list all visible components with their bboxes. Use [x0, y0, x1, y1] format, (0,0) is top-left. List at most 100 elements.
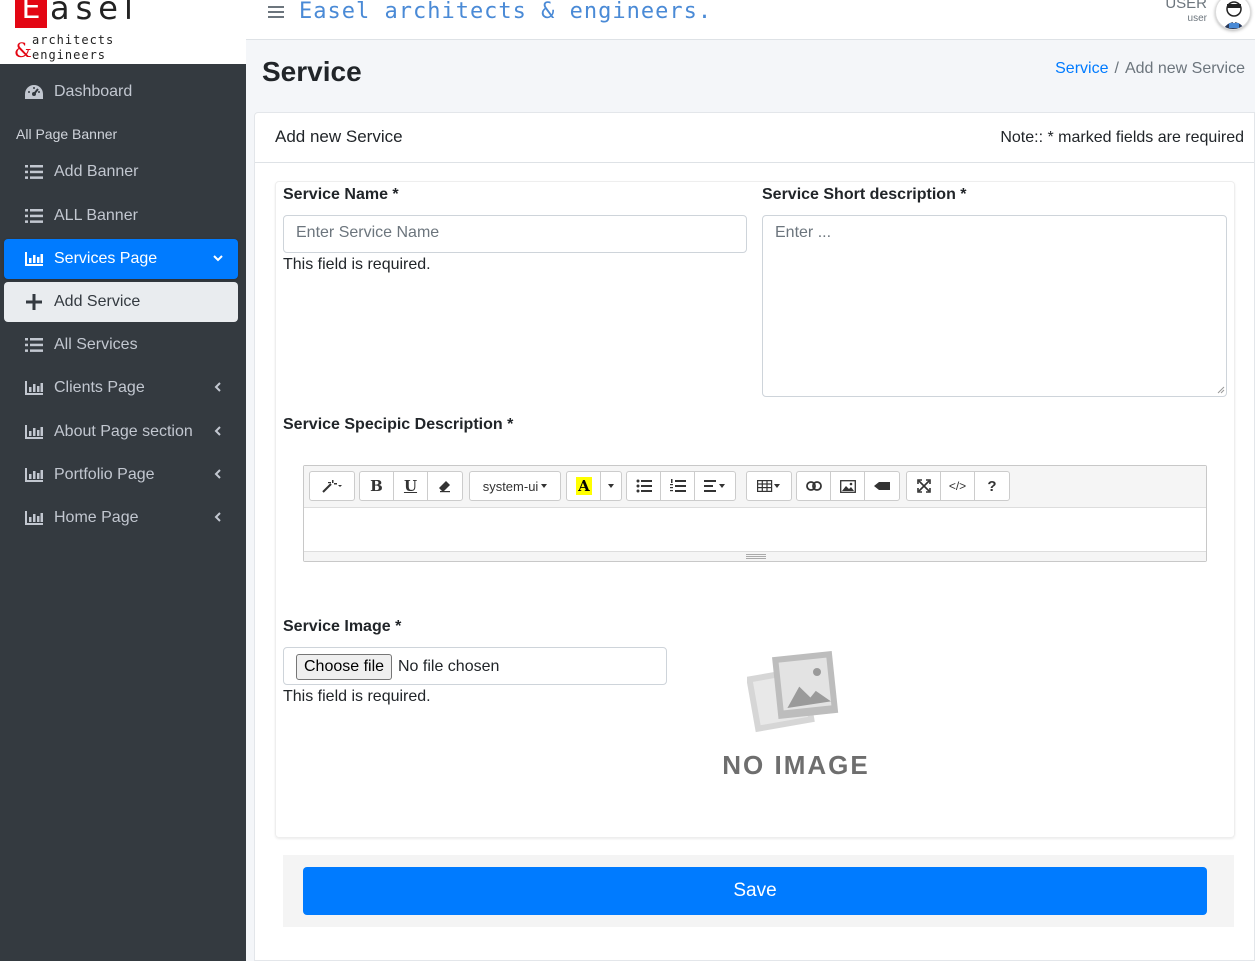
magic-style-button[interactable]	[310, 472, 354, 500]
card-header: Add new Service Note:: * marked fields a…	[255, 113, 1254, 163]
table-icon	[757, 480, 780, 492]
brand-subtitle: architects engineers	[32, 33, 114, 63]
sidebar-item-clients-page[interactable]: Clients Page	[4, 368, 238, 408]
service-name-error: This field is required.	[283, 256, 431, 273]
chevron-down-icon	[212, 251, 224, 267]
service-image-error: This field is required.	[283, 688, 431, 705]
video-icon	[874, 482, 890, 490]
breadcrumb-separator: /	[1114, 60, 1119, 77]
no-image-placeholder-icon	[747, 651, 839, 733]
user-name[interactable]: USER	[1165, 0, 1207, 12]
sidebar-item-all-banner[interactable]: ALL Banner	[4, 196, 238, 236]
insert-link-button[interactable]	[797, 472, 831, 500]
unordered-list-button[interactable]	[627, 472, 661, 500]
no-file-text: No file chosen	[398, 658, 500, 675]
list-icon	[24, 164, 44, 180]
brand-logo[interactable]: E asel & architects engineers	[0, 0, 246, 64]
page-title: Service	[262, 56, 362, 87]
short-description-label: Service Short description *	[762, 186, 967, 203]
sidebar-item-all-services[interactable]: All Services	[4, 325, 238, 365]
chart-icon	[24, 251, 44, 267]
save-button[interactable]: Save	[303, 867, 1207, 915]
toolbar-group-style	[309, 471, 355, 501]
text-color-button[interactable]: A	[567, 472, 601, 500]
chevron-left-icon	[212, 510, 224, 526]
clear-format-button[interactable]	[428, 472, 462, 500]
service-name-label: Service Name *	[283, 186, 399, 203]
toolbar-group-table	[746, 471, 792, 501]
brand-subtitle-line2: engineers	[32, 48, 107, 62]
save-bar: Save	[283, 855, 1234, 927]
required-note: Note:: * marked fields are required	[1000, 129, 1244, 146]
underline-button[interactable]: U	[394, 472, 428, 500]
sidebar-item-add-service[interactable]: Add Service	[4, 282, 238, 322]
sidebar-item-add-banner[interactable]: Add Banner	[4, 152, 238, 192]
paragraph-align-button[interactable]	[695, 472, 735, 500]
chevron-left-icon	[212, 467, 224, 483]
sidebar-item-label: Home Page	[54, 509, 139, 526]
sidebar-header-all-page-banner: All Page Banner	[16, 126, 118, 142]
caret-down-icon	[608, 484, 614, 488]
sidebar-item-portfolio-page[interactable]: Portfolio Page	[4, 455, 238, 495]
insert-picture-button[interactable]	[831, 472, 865, 500]
link-icon	[805, 481, 822, 491]
sidebar-item-label: ALL Banner	[54, 207, 138, 224]
list-icon	[24, 208, 44, 224]
rich-text-editor: B U system-ui A </> ?	[303, 465, 1207, 562]
chart-icon	[24, 424, 44, 440]
breadcrumb-link-service[interactable]: Service	[1055, 60, 1108, 77]
editor-toolbar: B U system-ui A </> ?	[304, 466, 1206, 508]
hamburger-menu-icon[interactable]	[268, 2, 284, 25]
short-description-textarea[interactable]: Enter ...	[762, 215, 1227, 397]
sidebar: E asel & architects engineers Dashboard …	[0, 0, 246, 961]
bold-button[interactable]: B	[360, 472, 394, 500]
code-view-button[interactable]: </>	[941, 472, 975, 500]
help-button[interactable]: ?	[975, 472, 1009, 500]
highlight-color-icon: A	[575, 477, 592, 495]
list-icon	[24, 337, 44, 353]
sidebar-item-dashboard[interactable]: Dashboard	[4, 72, 238, 112]
toolbar-group-color: A	[566, 471, 622, 501]
no-image-text: NO IMAGE	[722, 750, 870, 780]
brand-subtitle-line1: architects	[32, 33, 115, 47]
magic-wand-icon	[322, 480, 342, 493]
caret-down-icon	[541, 484, 548, 488]
toolbar-group-view: </> ?	[906, 471, 1010, 501]
svg-text:A: A	[577, 477, 590, 495]
chart-icon	[24, 380, 44, 396]
sidebar-item-label: About Page section	[54, 423, 193, 440]
user-role: user	[1187, 13, 1207, 24]
brand-ampersand: &	[14, 38, 32, 62]
sidebar-item-about-page-section[interactable]: About Page section	[4, 412, 238, 452]
sidebar-item-label: Portfolio Page	[54, 466, 155, 483]
service-image-label: Service Image *	[283, 618, 402, 635]
sidebar-item-label: Add Service	[54, 293, 141, 310]
card-title: Add new Service	[275, 127, 403, 146]
sidebar-item-home-page[interactable]: Home Page	[4, 498, 238, 538]
font-name-dropdown[interactable]: system-ui	[470, 472, 560, 500]
ordered-list-button[interactable]	[661, 472, 695, 500]
resize-handle-icon[interactable]	[1217, 386, 1225, 394]
service-image-file-input[interactable]: Choose file No file chosen	[283, 647, 667, 685]
align-left-icon	[704, 480, 725, 492]
sidebar-item-label: Dashboard	[54, 83, 133, 100]
avatar[interactable]	[1215, 0, 1251, 30]
service-name-input[interactable]: Enter Service Name	[283, 215, 747, 253]
eraser-icon	[439, 481, 450, 493]
insert-table-button[interactable]	[747, 472, 791, 500]
bullet-list-icon	[636, 479, 652, 493]
editor-resize-bar[interactable]	[304, 551, 1206, 561]
choose-file-button[interactable]: Choose file	[296, 654, 393, 680]
toolbar-group-para	[626, 471, 736, 501]
color-dropdown-button[interactable]	[601, 472, 621, 500]
fullscreen-button[interactable]	[907, 472, 941, 500]
header-title: Easel architects & engineers.	[299, 0, 713, 24]
font-name-value: system-ui	[482, 478, 539, 494]
chart-icon	[24, 510, 44, 526]
sidebar-item-services-page[interactable]: Services Page	[4, 239, 238, 279]
sidebar-item-label: Services Page	[54, 250, 158, 267]
specific-description-label: Service Specipic Description *	[283, 416, 514, 433]
insert-video-button[interactable]	[865, 472, 899, 500]
editor-content-area[interactable]	[304, 508, 1206, 552]
chart-icon	[24, 467, 44, 483]
